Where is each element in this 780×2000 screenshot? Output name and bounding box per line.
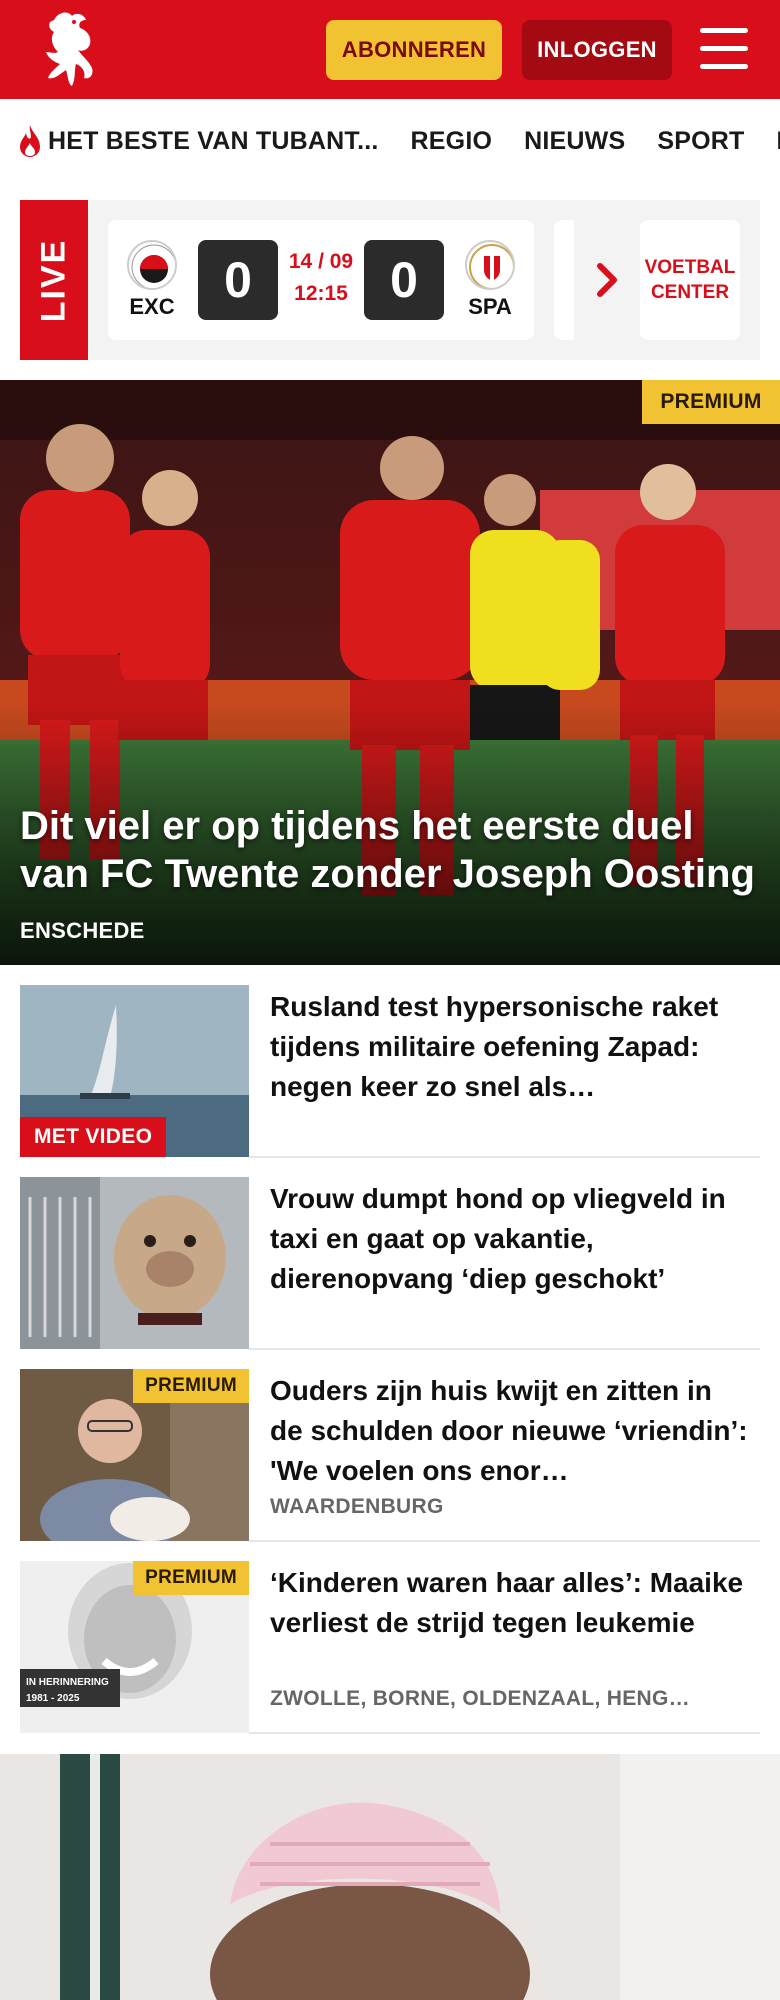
next-article-image[interactable] [0, 1754, 780, 2000]
away-team: SPA [460, 240, 520, 320]
chevron-right-icon[interactable] [592, 260, 622, 300]
article-title[interactable]: Vrouw dumpt hond op vliegveld in taxi en… [270, 1179, 750, 1299]
fire-icon [20, 125, 40, 157]
article-divider [249, 1540, 760, 1542]
match-date: 14 / 09 [288, 250, 354, 273]
article-divider [249, 1348, 760, 1350]
article-thumbnail [20, 1177, 249, 1349]
nav-item-sport[interactable]: SPORT [657, 127, 744, 156]
match-time: 12:15 [294, 282, 348, 305]
article-title[interactable]: ‘Kinderen waren haar alles’: Maaike verl… [270, 1563, 750, 1643]
live-tag: LIVE [20, 200, 88, 360]
home-score: 0 [198, 240, 278, 320]
article-divider [249, 1732, 760, 1734]
match-datetime: 14 / 09 12:15 [280, 246, 362, 310]
article-location: WAARDENBURG [270, 1495, 444, 1518]
video-badge: MET VIDEO [20, 1117, 167, 1157]
section-nav: HET BESTE VAN TUBANT... REGIO NIEUWS SPO… [0, 99, 780, 181]
hero-title[interactable]: Dit viel er op tijdens het eerste duel v… [20, 802, 760, 898]
article-card[interactable]: Vrouw dumpt hond op vliegveld in taxi en… [20, 1177, 760, 1350]
match-card[interactable]: EXC 0 14 / 09 12:15 0 SPA [108, 220, 534, 340]
home-team: EXC [122, 240, 182, 320]
nav-item-het-beste[interactable]: HET BESTE VAN TUBANT... [48, 127, 379, 156]
login-button[interactable]: INLOGGEN [522, 20, 672, 80]
voetbal-center-line1: VOETBAL [644, 257, 736, 278]
memorial-caption-line1: IN HERINNERING [26, 1677, 109, 1688]
next-match-card-stub[interactable] [554, 220, 574, 340]
article-card[interactable]: PREMIUM Ouders zijn huis kwijt en zitten… [20, 1369, 760, 1542]
article-divider [249, 1156, 760, 1158]
article-thumbnail: PREMIUM [20, 1369, 249, 1541]
premium-badge: PREMIUM [133, 1561, 249, 1595]
memorial-caption-line2: 1981 - 2025 [26, 1693, 80, 1704]
site-header: ABONNEREN INLOGGEN [0, 0, 780, 99]
home-team-abbr: EXC [129, 294, 175, 319]
live-label: LIVE [34, 238, 73, 322]
voetbal-center-line2: CENTER [650, 282, 730, 303]
hero-location: ENSCHEDE [20, 918, 145, 943]
hamburger-menu-icon[interactable] [700, 28, 752, 72]
sparta-crest-icon [465, 240, 515, 290]
article-title[interactable]: Rusland test hypersonische raket tijdens… [270, 987, 750, 1107]
nav-item-k[interactable]: K [776, 127, 780, 156]
nav-item-nieuws[interactable]: NIEUWS [524, 127, 625, 156]
premium-badge: PREMIUM [642, 380, 780, 424]
away-score: 0 [364, 240, 444, 320]
nav-item-regio[interactable]: REGIO [411, 127, 493, 156]
away-team-abbr: SPA [468, 294, 512, 319]
tubantia-horse-logo-icon[interactable] [34, 8, 106, 92]
excelsior-crest-icon [127, 240, 177, 290]
premium-badge: PREMIUM [133, 1369, 249, 1403]
article-title[interactable]: Ouders zijn huis kwijt en zitten in de s… [270, 1371, 750, 1491]
article-thumbnail: IN HERINNERING 1981 - 2025 PREMIUM [20, 1561, 249, 1733]
article-card[interactable]: MET VIDEO Rusland test hypersonische rak… [20, 985, 760, 1158]
article-location: ZWOLLE, BORNE, OLDENZAAL, HENG… [270, 1687, 690, 1710]
subscribe-button[interactable]: ABONNEREN [326, 20, 502, 80]
voetbal-center-link[interactable]: VOETBAL CENTER [640, 220, 740, 340]
article-card[interactable]: IN HERINNERING 1981 - 2025 PREMIUM ‘Kind… [20, 1561, 760, 1734]
article-thumbnail: MET VIDEO [20, 985, 249, 1157]
